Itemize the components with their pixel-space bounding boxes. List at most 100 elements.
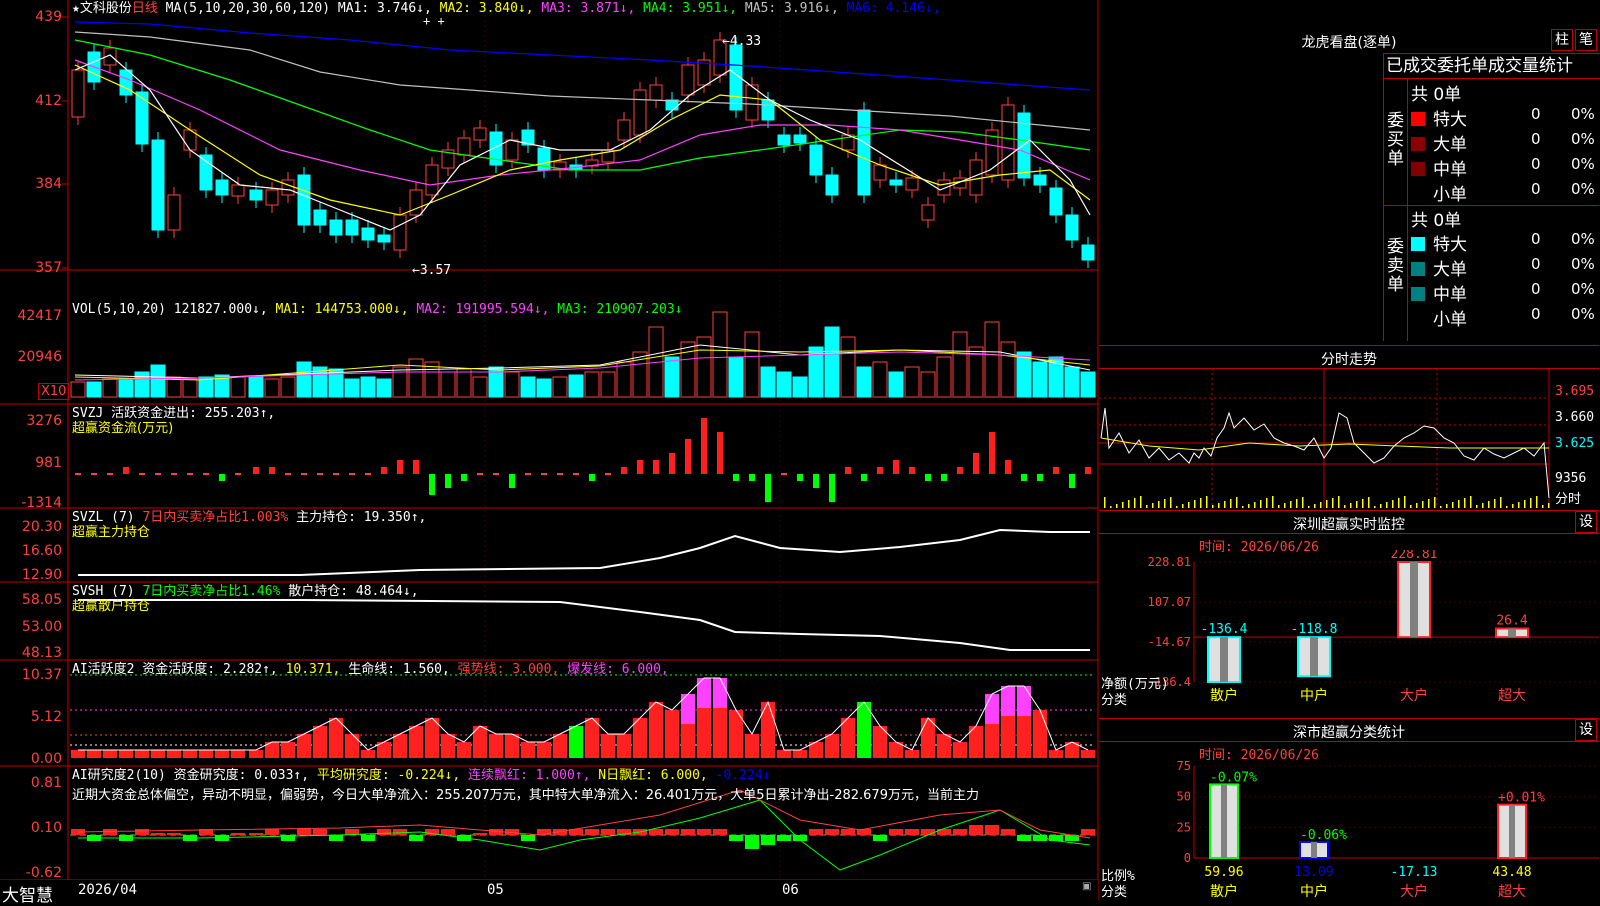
order-size-label: 大单: [1433, 135, 1467, 155]
main-hold-subtitle: 超赢主力持仓: [72, 525, 151, 540]
vol-header: VOL(5,10,20) 121827.000↓, MA1: 144753.00…: [72, 302, 683, 317]
vol-ma3: MA3: 210907.203↓: [557, 302, 683, 317]
sell-row-3: 小单: [1411, 305, 1467, 330]
vol-unit: X10: [38, 383, 70, 400]
activity-burst: 爆发线: 6.000,: [567, 662, 669, 677]
retail-hold-title: SVSH (7): [72, 584, 135, 599]
ma-value-3: MA3: 3.871↓,: [533, 1, 636, 16]
main-hold-ratio: 7日内买卖净占比1.003%: [142, 510, 289, 525]
legend-swatch: [1411, 187, 1425, 201]
order-size-label: 中单: [1433, 285, 1467, 305]
class-settings-button[interactable]: 设: [1575, 719, 1597, 741]
ma-value-6: MA6: 4.146↓,: [838, 1, 941, 16]
vol-value: 121827.000↓,: [173, 302, 268, 317]
order-pct: 0%: [1571, 180, 1595, 198]
class-category-label: 大户: [1400, 883, 1428, 900]
vol-y-label: 42417: [17, 308, 62, 324]
order-size-label: 大单: [1433, 260, 1467, 280]
period-label[interactable]: 日线: [132, 1, 158, 16]
order-size-label: 小单: [1433, 185, 1467, 205]
main-hold-header: SVZL (7) 7日内买卖净占比1.003% 主力持仓: 19.350↑,: [72, 510, 426, 525]
research-avg: 平均研究度: -0.224↓,: [316, 768, 461, 783]
date-june: 06: [782, 882, 799, 898]
legend-swatch: [1411, 287, 1425, 301]
class-y-unit: 比例%: [1101, 869, 1135, 884]
main-hold-y-label: 12.90: [21, 567, 62, 583]
order-count: 0: [1531, 280, 1541, 298]
research-title: AI研究度2(10) 资金研究度: 0.033↑,: [72, 768, 310, 783]
monitor-bar-shade: [1508, 628, 1516, 638]
buy-row-2: 中单: [1411, 155, 1467, 180]
vol-title: VOL(5,10,20): [72, 302, 166, 317]
main-hold-value: 主力持仓: 19.350↑,: [296, 510, 427, 525]
sell-total: 共 0单: [1411, 211, 1462, 231]
class-ratio-label: -17.13: [1391, 865, 1438, 880]
main-hold-y-label: 16.60: [21, 543, 62, 559]
flow-y-label: 3276: [26, 413, 62, 429]
monitor-y-label: -14.67: [1148, 635, 1191, 649]
bar-mode-button[interactable]: 柱: [1551, 29, 1573, 51]
flow-y-label: -1314: [21, 495, 62, 511]
ma-value-5: MA5: 3.916↓,: [737, 1, 839, 16]
sell-row-0: 特大: [1411, 230, 1467, 255]
monitor-value-label: 26.4: [1496, 614, 1527, 629]
class-change-label: +0.01%: [1498, 791, 1545, 806]
fenshi-y-label: 3.695: [1555, 384, 1595, 399]
research-header: AI研究度2(10) 资金研究度: 0.033↑, 平均研究度: -0.224↓…: [72, 768, 770, 783]
research-last: -0.224↓: [715, 768, 771, 783]
order-count: 0: [1531, 305, 1541, 323]
research-y-label: 0.81: [30, 775, 62, 791]
sell-row-2: 中单: [1411, 280, 1467, 305]
legend-swatch: [1411, 262, 1425, 276]
monitor-settings-button[interactable]: 设: [1575, 511, 1597, 533]
class-change-label: -0.06%: [1300, 828, 1347, 843]
activity-y-label: 5.12: [30, 709, 62, 725]
class-title: 深市超赢分类统计: [1293, 725, 1405, 741]
class-ratio-label: 13.09: [1294, 865, 1333, 880]
legend-swatch: [1411, 162, 1425, 176]
tick-mode-button[interactable]: 笔: [1575, 29, 1597, 51]
lock-icon[interactable]: ▣: [1082, 881, 1091, 892]
stock-name[interactable]: ★文科股份: [72, 1, 132, 16]
activity-strong: 强势线: 3.000,: [457, 662, 560, 677]
low-price-mark: ←3.57: [412, 263, 452, 278]
monitor-category-label: 大户: [1400, 687, 1428, 704]
price-y-label: 439: [35, 9, 62, 25]
class-y-label: 50: [1177, 790, 1191, 804]
ma-params: MA(5,10,20,30,60,120): [165, 1, 331, 16]
lhb-col-divider: [1407, 78, 1408, 341]
flow-subtitle: 超赢资金流(万元): [72, 421, 174, 436]
research-red: 连续飘红: 1.000↑,: [468, 768, 591, 783]
order-size-label: 特大: [1433, 235, 1467, 255]
monitor-bar-chart[interactable]: 228.81107.07-14.67-136.4-136.4散户-118.8中户…: [1099, 550, 1599, 710]
retail-hold-y-label: 48.13: [21, 645, 62, 661]
order-count: 0: [1531, 255, 1541, 273]
kline-chart-area[interactable]: [0, 0, 1100, 900]
brand-label: 大智慧: [2, 886, 53, 906]
order-size-label: 中单: [1433, 160, 1467, 180]
vol-ma2: MA2: 191995.594↓,: [416, 302, 550, 317]
order-count: 0: [1531, 180, 1541, 198]
monitor-y-unit: 净额(万元): [1101, 677, 1169, 692]
fenshi-unit: 分时: [1555, 492, 1582, 507]
retail-hold-ratio: 7日内买卖净占比1.46%: [142, 584, 281, 599]
price-y-label: 357: [35, 260, 62, 276]
sell-row-1: 大单: [1411, 255, 1467, 280]
research-y-label: 0.10: [30, 820, 62, 836]
retail-hold-header: SVSH (7) 7日内买卖净占比1.46% 散户持仓: 48.464↓,: [72, 584, 419, 599]
class-bar-shade: [1311, 841, 1317, 858]
right-panel: 龙虎看盘(逐单) 柱 笔 已成交委托单成交量统计 委买单 委卖单 共 0单 共 …: [1099, 0, 1600, 900]
class-change-label: -0.07%: [1210, 770, 1257, 785]
legend-swatch: [1411, 137, 1425, 151]
monitor-bar-shade: [1310, 637, 1318, 677]
date-may: 05: [487, 882, 504, 898]
retail-hold-value: 散户持仓: 48.464↓,: [288, 584, 419, 599]
intraday-chart[interactable]: [1099, 368, 1599, 508]
class-bar-chart[interactable]: 75 50 25 0 -0.07% 59.96 散户 -0.06% 13.09 中户 -17.13 大…: [1099, 758, 1599, 900]
monitor-category-label: 散户: [1210, 687, 1238, 704]
monitor-title: 深圳超赢实时监控: [1293, 517, 1405, 533]
lhb-tabs[interactable]: 已成交委托单成交量统计: [1383, 53, 1600, 79]
fenshi-y-label: 3.660: [1555, 410, 1595, 425]
order-count: 0: [1531, 230, 1541, 248]
fenshi-y-label: 3.625: [1555, 436, 1595, 451]
